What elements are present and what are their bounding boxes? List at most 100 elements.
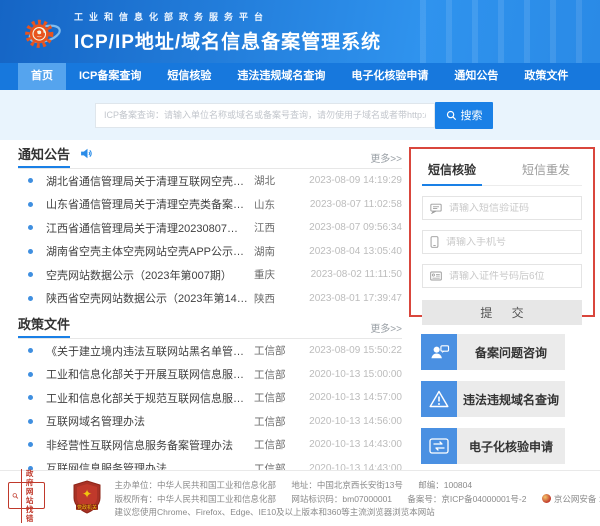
footer-address: 地址：中国北京西长安街13号: [291, 480, 402, 490]
notice-title[interactable]: 山东省通信管理局关于清理空壳类备案数据的公示（202326批次）: [46, 196, 254, 212]
notice-time: 2023-08-04 13:05:40: [290, 246, 402, 257]
bullet-icon: [28, 202, 33, 207]
nav-item-illegal-domain[interactable]: 违法违规域名查询: [224, 63, 338, 90]
notice-row[interactable]: 湖北省通信管理局关于清理互联网空壳网站/空壳主体的公示 湖北 2023-08-0…: [18, 169, 402, 193]
policy-time: 2020-10-13 14:43:00: [290, 439, 402, 450]
quick-actions: 备案问题咨询 违法违规域名查询 电子化核验申请: [409, 334, 595, 464]
nav-item-e-verify[interactable]: 电子化核验申请: [338, 63, 441, 90]
tab-sms-resend[interactable]: 短信重发: [516, 157, 576, 185]
nav-item-notices[interactable]: 通知公告: [441, 63, 511, 90]
system-title: ICP/IP地址/域名信息备案管理系统: [74, 27, 381, 54]
svg-text:党政机关: 党政机关: [76, 504, 96, 511]
policies-more-link[interactable]: 更多>>: [370, 320, 402, 338]
policy-title[interactable]: 《关于建立境内违法互联网站黑名单管理制度的通知》（工信部联: [46, 343, 254, 359]
notice-time: 2023-08-01 17:39:47: [290, 293, 402, 304]
submit-button[interactable]: 提 交: [422, 300, 582, 325]
policy-title[interactable]: 非经营性互联网信息服务备案管理办法: [46, 437, 254, 453]
policy-row[interactable]: 非经营性互联网信息服务备案管理办法 工信部 2020-10-13 14:43:0…: [18, 433, 402, 457]
notice-region: 陕西: [254, 291, 290, 306]
policy-row[interactable]: 工业和信息化部关于规范互联网信息服务使用域名的通知 工信部 2020-10-13…: [18, 386, 402, 410]
mobile-phone-icon: [430, 236, 439, 248]
page-root: 工业和信息化部政务服务平台 ICP/IP地址/域名信息备案管理系统 首页 ICP…: [0, 0, 600, 526]
notices-title: 通知公告: [18, 144, 70, 168]
search-button-label: 搜索: [461, 107, 483, 123]
notice-title[interactable]: 湖南省空壳主体空壳网站空壳APP公示2023.7.31: [46, 243, 254, 259]
gov-badge-line1: 政府网站: [26, 469, 34, 505]
nav-item-sms-verify[interactable]: 短信核验: [154, 63, 224, 90]
bullet-icon: [28, 249, 33, 254]
footer-site-code: 网站标识码：bm07000001: [291, 494, 392, 504]
policy-title[interactable]: 工业和信息化部关于开展互联网信息服务备案用户真实身份信息电: [46, 366, 254, 382]
notice-title[interactable]: 江西省通信管理局关于清理20230807批次空壳数据公示: [46, 220, 254, 236]
nav-item-home[interactable]: 首页: [18, 63, 66, 90]
notice-time: 2023-08-09 14:19:29: [290, 175, 402, 186]
policy-time: 2020-10-13 14:56:00: [290, 416, 402, 427]
policy-time: 2020-10-13 14:57:00: [290, 392, 402, 403]
notice-region: 江西: [254, 220, 290, 235]
bullet-icon: [28, 225, 33, 230]
action-filing-consult[interactable]: 备案问题咨询: [421, 334, 565, 370]
party-org-shield-badge[interactable]: ✦ 党政机关: [73, 480, 101, 519]
notice-row[interactable]: 湖南省空壳主体空壳网站空壳APP公示2023.7.31 湖南 2023-08-0…: [18, 240, 402, 264]
notice-title[interactable]: 陕西省空壳网站数据公示（2023年第14批次）: [46, 290, 254, 306]
sms-verify-panel: 短信核验 短信重发: [409, 147, 595, 317]
main-content: 通知公告 更多>> 湖北省通信管理局关于清理互联网空壳网站/空壳主体的公示 湖北…: [0, 140, 600, 480]
footer-police-filing[interactable]: 京公网安备 11040102700068号: [542, 494, 600, 504]
notices-header: 通知公告 更多>>: [18, 147, 402, 169]
nav-item-policies[interactable]: 政策文件: [511, 63, 581, 90]
notices-more-link[interactable]: 更多>>: [370, 150, 402, 168]
gov-site-error-badge[interactable]: 政府网站 找错: [8, 482, 45, 509]
banner-titles: 工业和信息化部政务服务平台 ICP/IP地址/域名信息备案管理系统: [74, 10, 381, 54]
notice-title[interactable]: 空壳网站数据公示（2023年第007期）: [46, 267, 254, 283]
bullet-icon: [28, 178, 33, 183]
action-illegal-domain-query[interactable]: 违法违规域名查询: [421, 381, 565, 417]
banner-decoration: [420, 0, 600, 63]
sms-code-input[interactable]: [449, 203, 574, 214]
policy-time: 2023-08-09 15:50:22: [290, 345, 402, 356]
notice-time: 2023-08-07 09:56:34: [290, 222, 402, 233]
footer-icp-number[interactable]: 备案号：京ICP备04000001号-2: [407, 494, 526, 504]
policy-title[interactable]: 互联网域名管理办法: [46, 413, 254, 429]
policy-row[interactable]: 工业和信息化部关于开展互联网信息服务备案用户真实身份信息电 工信部 2020-1…: [18, 363, 402, 387]
search-button[interactable]: 搜索: [435, 102, 493, 129]
policy-time: 2020-10-13 15:00:00: [290, 369, 402, 380]
policy-title[interactable]: 工业和信息化部关于规范互联网信息服务使用域名的通知: [46, 390, 254, 406]
policy-source: 工信部: [254, 414, 290, 429]
notice-region: 湖南: [254, 244, 290, 259]
gov-badge-line2: 找错: [26, 505, 34, 523]
bullet-icon: [28, 348, 33, 353]
bullet-icon: [28, 419, 33, 424]
main-nav: 首页 ICP备案查询 短信核验 违法违规域名查询 电子化核验申请 通知公告 政策…: [0, 63, 600, 90]
footer-copyright: 版权所有：中华人民共和国工业和信息化部: [115, 494, 277, 504]
phone-input[interactable]: [446, 237, 574, 248]
sms-tabs: 短信核验 短信重发: [422, 157, 582, 186]
action-e-verify-apply[interactable]: 电子化核验申请: [421, 428, 565, 464]
header-banner: 工业和信息化部政务服务平台 ICP/IP地址/域名信息备案管理系统: [0, 0, 600, 63]
footer-postcode: 邮编：100804: [418, 480, 472, 490]
notice-row[interactable]: 陕西省空壳网站数据公示（2023年第14批次） 陕西 2023-08-01 17…: [18, 287, 402, 311]
notice-row[interactable]: 山东省通信管理局关于清理空壳类备案数据的公示（202326批次） 山东 2023…: [18, 193, 402, 217]
policies-header: 政策文件 更多>>: [18, 317, 402, 339]
policy-row[interactable]: 互联网域名管理办法 工信部 2020-10-13 14:56:00: [18, 410, 402, 434]
id-card-icon: [430, 271, 442, 281]
policies-title: 政策文件: [18, 314, 70, 338]
search-band: 搜索: [0, 90, 600, 140]
notice-row[interactable]: 江西省通信管理局关于清理20230807批次空壳数据公示 江西 2023-08-…: [18, 216, 402, 240]
tab-sms-verify[interactable]: 短信核验: [422, 157, 482, 186]
magnifier-icon: [446, 110, 457, 121]
policies-section: 政策文件 更多>> 《关于建立境内违法互联网站黑名单管理制度的通知》（工信部联 …: [18, 317, 402, 480]
notice-region: 湖北: [254, 173, 290, 188]
id-field-wrap: [422, 264, 582, 288]
bullet-icon: [28, 442, 33, 447]
notice-title[interactable]: 湖北省通信管理局关于清理互联网空壳网站/空壳主体的公示: [46, 173, 254, 189]
right-column: 短信核验 短信重发: [409, 147, 595, 480]
bullet-icon: [28, 372, 33, 377]
search-input[interactable]: [95, 103, 435, 128]
id-last6-input[interactable]: [449, 271, 574, 282]
left-column: 通知公告 更多>> 湖北省通信管理局关于清理互联网空壳网站/空壳主体的公示 湖北…: [18, 147, 402, 480]
notice-row[interactable]: 空壳网站数据公示（2023年第007期） 重庆 2023-08-02 11:11…: [18, 263, 402, 287]
policy-row[interactable]: 《关于建立境内违法互联网站黑名单管理制度的通知》（工信部联 工信部 2023-0…: [18, 339, 402, 363]
bullet-icon: [28, 296, 33, 301]
footer-browser-tip: 建议您使用Chrome、Firefox、Edge、IE10及以上版本和360等主…: [115, 507, 435, 517]
nav-item-icp-query[interactable]: ICP备案查询: [66, 63, 154, 90]
